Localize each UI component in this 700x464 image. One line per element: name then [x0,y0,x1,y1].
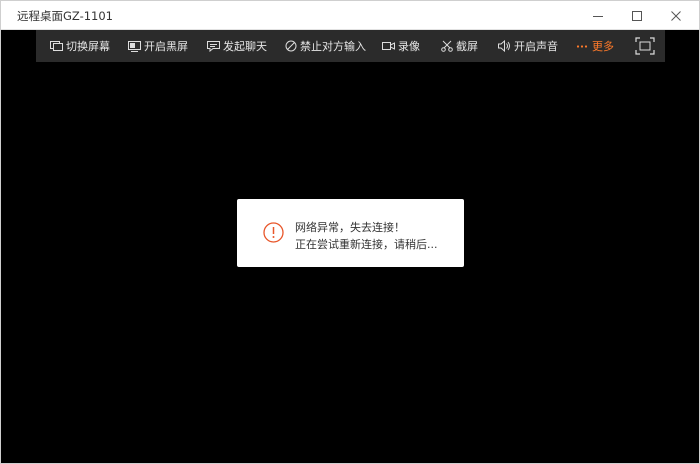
remote-toolbar: 切换屏幕 开启黑屏 发起聊天 禁止对方输入 录像 截屏 开启声音 更多 [36,30,665,62]
black-screen-button[interactable]: 开启黑屏 [128,30,188,62]
error-message: 网络异常，失去连接！ [295,221,405,234]
video-camera-icon [382,42,395,50]
sound-label: 开启声音 [514,40,558,53]
record-label: 录像 [398,40,420,53]
forbid-input-label: 禁止对方输入 [300,40,366,53]
close-button[interactable] [653,1,699,30]
speaker-icon [498,40,510,52]
window-title: 远程桌面GZ-1101 [17,9,114,23]
fullscreen-button[interactable] [633,34,657,58]
sound-button[interactable]: 开启声音 [498,30,558,62]
remote-desktop-window: 远程桌面GZ-1101 切换屏幕 开启黑屏 发起聊天 禁止对方输入 录像 截屏 … [0,0,700,464]
title-bar[interactable]: 远程桌面GZ-1101 [1,1,699,30]
more-button[interactable]: 更多 [576,30,614,62]
maximize-icon [632,10,642,21]
black-screen-label: 开启黑屏 [144,40,188,53]
scissors-icon [441,40,453,52]
chat-button[interactable]: 发起聊天 [207,30,267,62]
forbid-input-button[interactable]: 禁止对方输入 [285,30,366,62]
screenshot-label: 截屏 [456,40,478,53]
forbid-input-icon [285,40,297,52]
chat-icon [207,41,220,52]
switch-screen-button[interactable]: 切换屏幕 [50,30,110,62]
warning-circle-icon [263,222,284,243]
connection-error-dialog: 网络异常，失去连接！ 正在尝试重新连接，请稍后... [237,199,464,267]
monitor-switch-icon [50,41,63,51]
switch-screen-label: 切换屏幕 [66,40,110,53]
reconnect-message: 正在尝试重新连接，请稍后... [295,238,438,251]
more-label: 更多 [592,40,614,53]
more-dots-icon [576,45,588,48]
minimize-icon [593,15,603,17]
fullscreen-icon [635,37,655,55]
remote-screen[interactable]: 切换屏幕 开启黑屏 发起聊天 禁止对方输入 录像 截屏 开启声音 更多 网络异常… [1,30,699,463]
chat-label: 发起聊天 [223,40,267,53]
close-icon [671,10,681,21]
black-screen-icon [128,41,141,52]
record-button[interactable]: 录像 [382,30,420,62]
screenshot-button[interactable]: 截屏 [441,30,478,62]
